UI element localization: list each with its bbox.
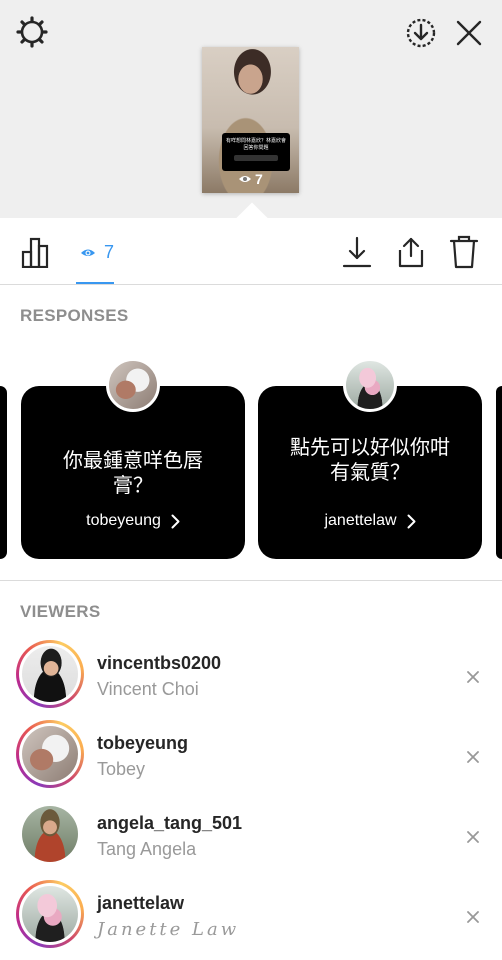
viewer-username[interactable]: angela_tang_501 <box>97 813 242 834</box>
close-button[interactable] <box>450 14 488 52</box>
download-button[interactable] <box>340 234 374 270</box>
viewer-row[interactable]: janettelaw Janette Law <box>0 880 502 960</box>
viewer-full-name: Tobey <box>97 759 146 779</box>
avatar <box>22 646 78 702</box>
avatar <box>22 726 78 782</box>
insights-button[interactable] <box>20 234 54 270</box>
viewers-tab-indicator <box>76 282 114 284</box>
response-author: tobeyeung <box>21 512 245 530</box>
avatar <box>22 806 78 862</box>
responses-title: RESPONSES <box>20 306 129 325</box>
response-question: 點先可以好似你咁有氣質？ <box>290 435 450 484</box>
viewer-full-name: Tang Angela <box>97 839 197 859</box>
save-story-icon <box>406 18 436 48</box>
share-icon <box>398 237 424 268</box>
viewer-row[interactable]: tobeyeung Tobey <box>0 720 502 800</box>
save-story-button[interactable] <box>402 14 440 52</box>
gear-icon <box>16 16 48 48</box>
response-question: 你最鍾意咩色唇膏？ <box>63 448 203 497</box>
eye-icon <box>80 249 95 256</box>
viewers-count: 7 <box>103 241 114 262</box>
chevron-right-icon <box>407 514 416 528</box>
trash-icon <box>449 235 479 269</box>
remove-viewer-button[interactable] <box>462 906 484 928</box>
question-sticker-input <box>234 155 278 161</box>
next-response-card-edge[interactable] <box>496 386 502 559</box>
settings-button[interactable] <box>12 12 52 52</box>
viewer-username[interactable]: tobeyeung <box>97 733 188 754</box>
avatar-frame[interactable] <box>16 800 84 868</box>
download-icon <box>342 236 372 268</box>
viewer-username[interactable]: janettelaw <box>97 893 184 914</box>
remove-viewer-button[interactable] <box>462 666 484 688</box>
viewer-row[interactable]: vincentbs0200 Vincent Choi <box>0 640 502 720</box>
avatar-story-ring[interactable] <box>16 880 84 948</box>
viewers-tab[interactable]: 7 <box>72 234 122 270</box>
response-avatar <box>343 358 397 412</box>
remove-viewer-button[interactable] <box>462 746 484 768</box>
section-divider <box>0 580 502 581</box>
thumbnail-view-number: 7 <box>255 171 263 187</box>
viewer-username[interactable]: vincentbs0200 <box>97 653 221 674</box>
response-author: janettelaw <box>258 512 482 530</box>
story-thumbnail[interactable]: 有咩想問林嘉欣？林嘉欣會回答你問題 7 <box>202 47 299 193</box>
remove-icon <box>467 671 479 683</box>
thumbnail-view-count: 7 <box>238 171 263 187</box>
avatar <box>22 886 78 942</box>
response-username: tobeyeung <box>86 512 161 529</box>
share-button[interactable] <box>394 234 428 270</box>
delete-button[interactable] <box>447 234 481 270</box>
viewer-full-name: Vincent Choi <box>97 679 199 699</box>
chevron-right-icon <box>171 514 180 528</box>
viewers-title: VIEWERS <box>20 602 101 621</box>
story-preview-area: 有咩想問林嘉欣？林嘉欣會回答你問題 7 <box>0 0 502 218</box>
story-action-bar: 7 <box>0 218 502 285</box>
insights-chart-icon <box>21 237 49 268</box>
viewer-row[interactable]: angela_tang_501 Tang Angela <box>0 800 502 880</box>
response-username: janettelaw <box>324 512 397 529</box>
avatar-story-ring[interactable] <box>16 720 84 788</box>
remove-icon <box>467 911 479 923</box>
question-sticker-text: 有咩想問林嘉欣？林嘉欣會回答你問題 <box>225 138 286 151</box>
question-sticker: 有咩想問林嘉欣？林嘉欣會回答你問題 <box>222 133 290 171</box>
viewer-full-name: Janette Law <box>97 919 240 940</box>
remove-viewer-button[interactable] <box>462 826 484 848</box>
remove-icon <box>467 751 479 763</box>
close-icon <box>456 20 482 46</box>
response-avatar <box>106 358 160 412</box>
eye-icon <box>239 176 251 182</box>
previous-response-card-edge[interactable] <box>0 386 7 559</box>
remove-icon <box>467 831 479 843</box>
avatar-story-ring[interactable] <box>16 640 84 708</box>
